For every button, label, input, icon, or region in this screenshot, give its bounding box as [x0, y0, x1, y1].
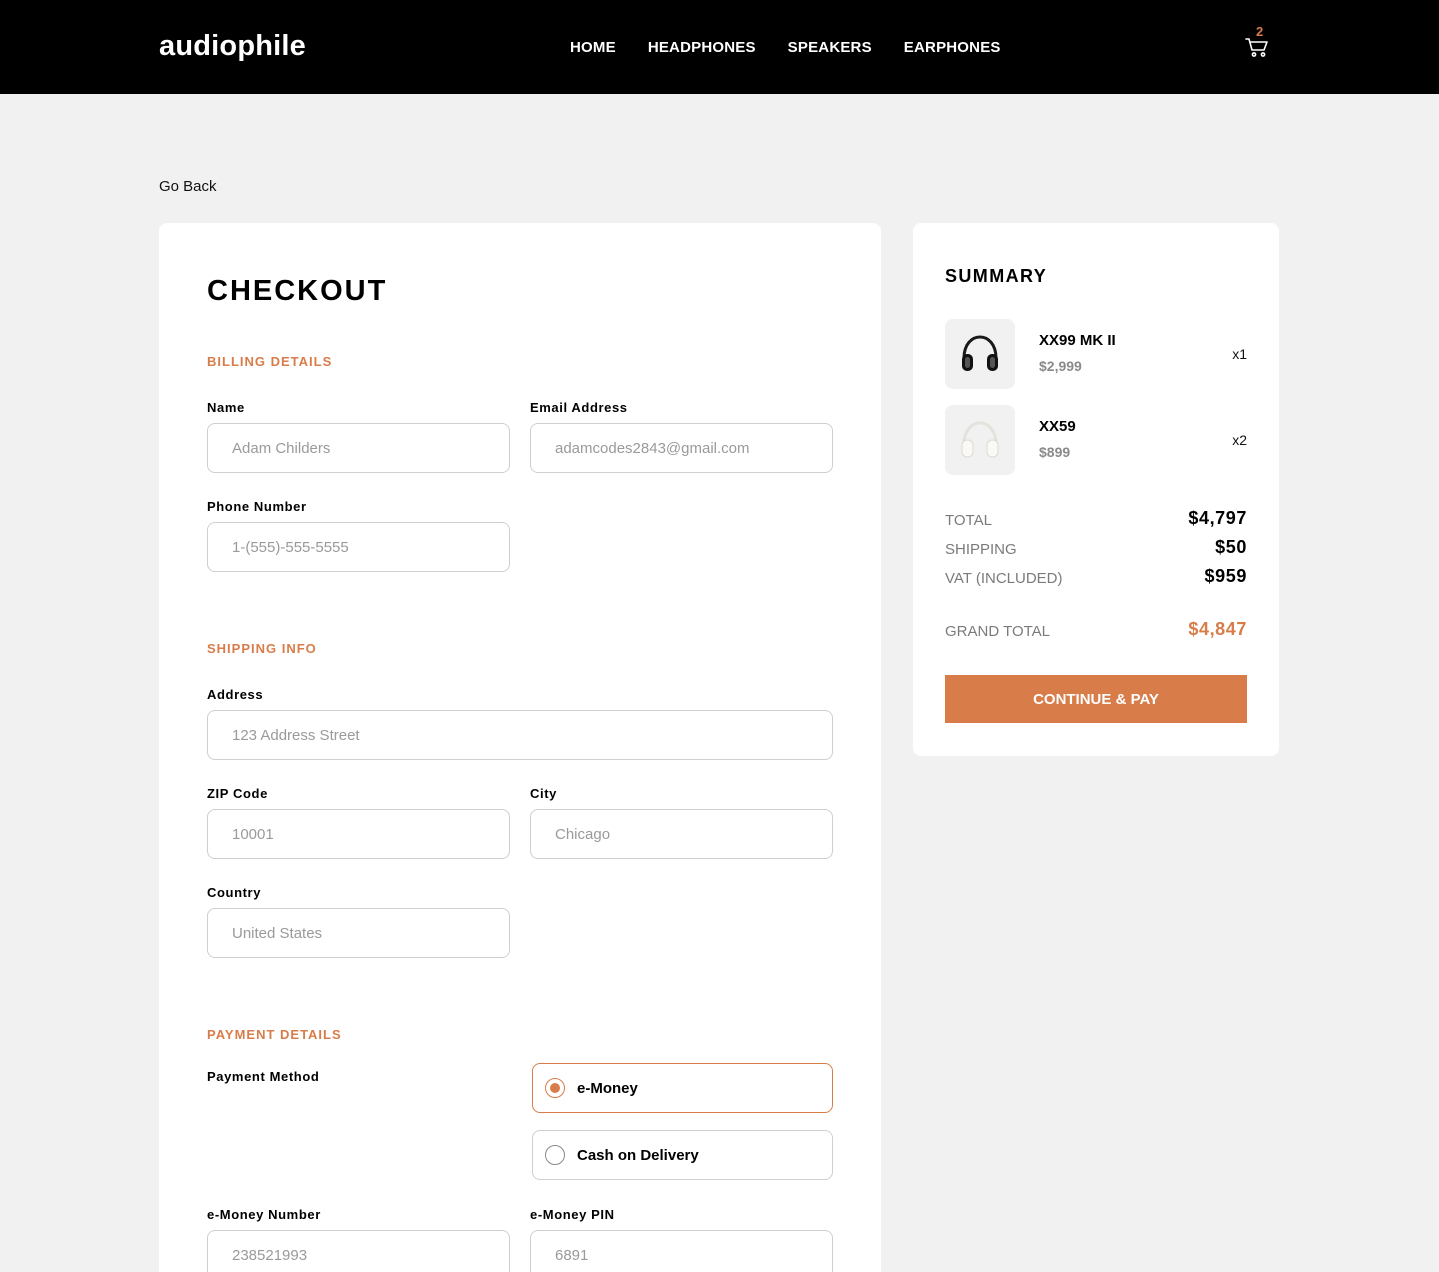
- phone-field[interactable]: [207, 522, 510, 572]
- shipping-section-title: SHIPPING INFO: [207, 641, 317, 656]
- radio-selected-icon: [545, 1078, 565, 1098]
- payment-option-label: Cash on Delivery: [577, 1146, 699, 1164]
- summary-title: SUMMARY: [945, 266, 1048, 286]
- grand-total-row: GRAND TOTAL $4,847: [945, 619, 1247, 643]
- item-quantity: x1: [1232, 346, 1247, 362]
- total-row: TOTAL $4,797: [945, 508, 1247, 532]
- nav-headphones[interactable]: HEADPHONES: [648, 39, 756, 56]
- name-field[interactable]: [207, 423, 510, 473]
- vat-row: VAT (INCLUDED) $959: [945, 566, 1247, 590]
- product-thumbnail: [945, 405, 1015, 475]
- main-nav: HOME HEADPHONES SPEAKERS EARPHONES: [570, 39, 1001, 56]
- country-label: Country: [207, 885, 262, 900]
- payment-section-title: PAYMENT DETAILS: [207, 1027, 342, 1042]
- headphones-white-icon: [961, 421, 999, 458]
- emoney-number-label: e-Money Number: [207, 1207, 321, 1222]
- email-field[interactable]: [530, 423, 833, 473]
- item-price: $899: [1039, 444, 1071, 460]
- payment-option-emoney[interactable]: e-Money: [532, 1063, 833, 1113]
- phone-label: Phone Number: [207, 499, 307, 514]
- order-summary: SUMMARY XX99 MK II $2,999 x1 XX59 $899 x…: [913, 223, 1279, 756]
- total-value: $4,797: [1188, 508, 1247, 528]
- zip-label: ZIP Code: [207, 786, 268, 801]
- billing-section-title: BILLING DETAILS: [207, 354, 333, 369]
- continue-and-pay-button[interactable]: CONTINUE & PAY: [945, 675, 1247, 723]
- emoney-pin-label: e-Money PIN: [530, 1207, 615, 1222]
- item-price: $2,999: [1039, 358, 1082, 374]
- cart-item: XX59 $899 x2: [945, 405, 1247, 475]
- shipping-row: SHIPPING $50: [945, 537, 1247, 561]
- emoney-pin-field[interactable]: [530, 1230, 833, 1272]
- total-label: TOTAL: [945, 512, 992, 529]
- emoney-number-field[interactable]: [207, 1230, 510, 1272]
- item-name: XX59: [1039, 418, 1076, 435]
- payment-method-label: Payment Method: [207, 1069, 320, 1084]
- shipping-label: SHIPPING: [945, 541, 1017, 558]
- city-field[interactable]: [530, 809, 833, 859]
- zip-field[interactable]: [207, 809, 510, 859]
- logo[interactable]: audiophile: [159, 30, 306, 63]
- item-quantity: x2: [1232, 432, 1247, 448]
- product-thumbnail: [945, 319, 1015, 389]
- checkout-form: CHECKOUT BILLING DETAILS Name Email Addr…: [159, 223, 881, 1272]
- nav-earphones[interactable]: EARPHONES: [904, 39, 1001, 56]
- nav-home[interactable]: HOME: [570, 39, 616, 56]
- nav-speakers[interactable]: SPEAKERS: [788, 39, 872, 56]
- site-header: audiophile HOME HEADPHONES SPEAKERS EARP…: [0, 0, 1439, 94]
- headphones-black-icon: [962, 335, 998, 371]
- page-title: CHECKOUT: [207, 275, 388, 307]
- radio-empty-icon: [545, 1145, 565, 1165]
- cart-icon[interactable]: [1244, 34, 1270, 60]
- email-label: Email Address: [530, 400, 628, 415]
- payment-option-cash[interactable]: Cash on Delivery: [532, 1130, 833, 1180]
- name-label: Name: [207, 400, 245, 415]
- address-label: Address: [207, 687, 264, 702]
- item-name: XX99 MK II: [1039, 332, 1116, 349]
- city-label: City: [530, 786, 557, 801]
- vat-value: $959: [1204, 566, 1247, 586]
- country-field[interactable]: [207, 908, 510, 958]
- grand-total-value: $4,847: [1188, 619, 1247, 639]
- shipping-value: $50: [1215, 537, 1247, 557]
- vat-label: VAT (INCLUDED): [945, 570, 1063, 587]
- grand-total-label: GRAND TOTAL: [945, 623, 1051, 640]
- address-field[interactable]: [207, 710, 833, 760]
- go-back-link[interactable]: Go Back: [159, 178, 217, 195]
- cart-item: XX99 MK II $2,999 x1: [945, 319, 1247, 389]
- payment-option-label: e-Money: [577, 1079, 638, 1097]
